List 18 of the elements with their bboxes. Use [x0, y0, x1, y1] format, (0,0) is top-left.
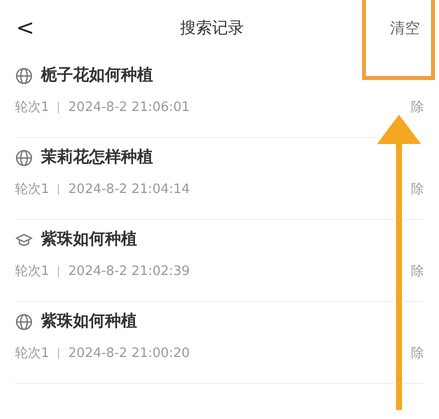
round-label: 轮次1: [15, 345, 50, 362]
globe-icon: [15, 312, 33, 330]
round-label: 轮次1: [15, 181, 50, 198]
timestamp: 2024-8-2 21:04:14: [68, 182, 190, 196]
round-label: 轮次1: [15, 263, 50, 280]
search-query[interactable]: 栀子花如何种植: [41, 65, 153, 86]
globe-icon: [15, 148, 33, 166]
clear-button[interactable]: 清空: [390, 18, 420, 38]
timestamp: 2024-8-2 21:00:20: [68, 346, 190, 360]
search-query[interactable]: 紫珠如何种植: [41, 229, 137, 250]
round-label: 轮次1: [15, 99, 50, 116]
search-query[interactable]: 紫珠如何种植: [41, 311, 137, 332]
globe-icon: [15, 66, 33, 84]
timestamp: 2024-8-2 21:02:39: [68, 264, 190, 278]
page-title: 搜索记录: [180, 18, 244, 38]
search-query[interactable]: 茉莉花怎样种植: [41, 147, 153, 168]
back-button[interactable]: <: [16, 16, 34, 40]
timestamp: 2024-8-2 21:06:01: [68, 100, 190, 114]
